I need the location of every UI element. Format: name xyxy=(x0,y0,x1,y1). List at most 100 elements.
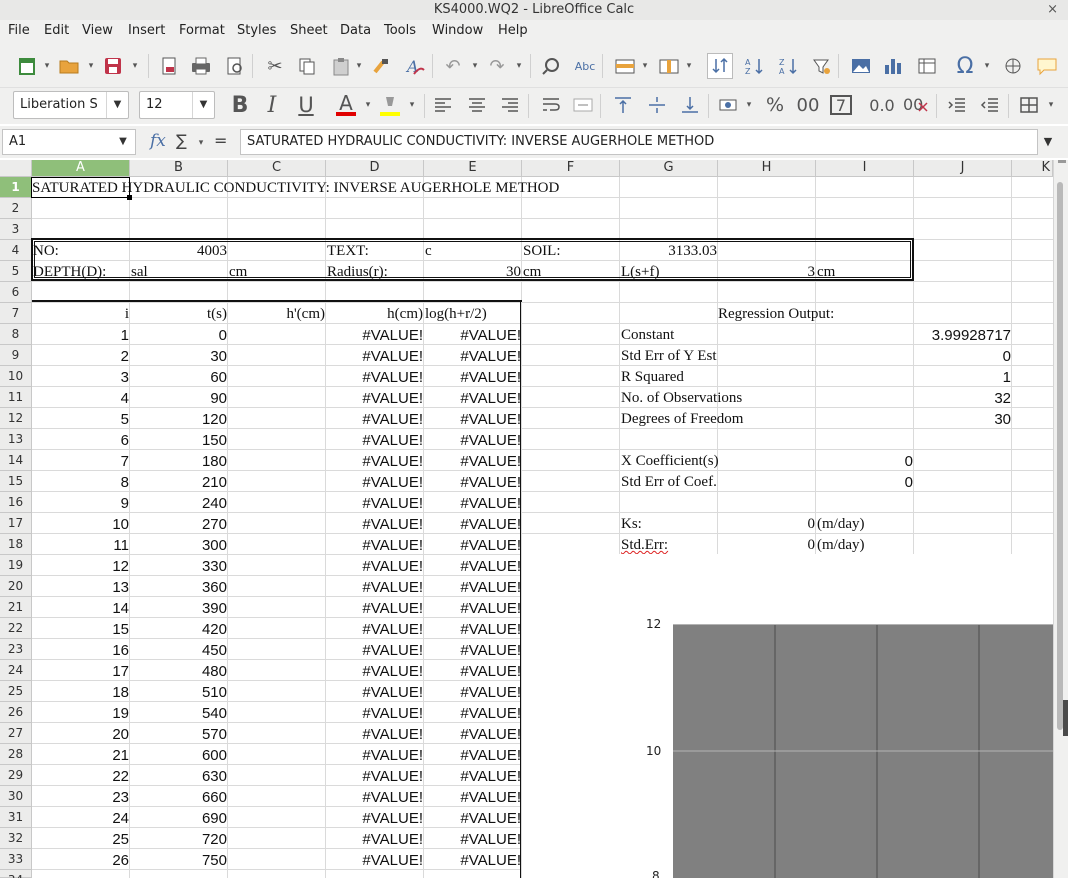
cell-hcm[interactable]: #VALUE! xyxy=(326,325,423,346)
row-header-7[interactable]: 7 xyxy=(0,303,32,324)
cell-t[interactable]: 330 xyxy=(130,556,227,577)
cell-log[interactable]: #VALUE! xyxy=(424,514,521,535)
underline-button[interactable]: U xyxy=(293,92,319,118)
cell-t[interactable]: 540 xyxy=(130,703,227,724)
copy-icon[interactable] xyxy=(294,53,320,79)
highlight-color-button[interactable] xyxy=(377,92,403,118)
column-header-d[interactable]: D xyxy=(326,160,424,177)
expand-formula-icon[interactable]: ▼ xyxy=(1040,129,1056,155)
cell-hcm[interactable]: #VALUE! xyxy=(326,808,423,829)
row-dropdown-icon[interactable]: ▾ xyxy=(640,53,650,79)
column-header-c[interactable]: C xyxy=(228,160,326,177)
regression-nobs-label[interactable]: No. of Observations xyxy=(621,388,742,409)
clear-formatting-icon[interactable]: A xyxy=(402,53,428,79)
row-header-29[interactable]: 29 xyxy=(0,765,32,786)
formula-input[interactable]: SATURATED HYDRAULIC CONDUCTIVITY: INVERS… xyxy=(240,129,1038,155)
undo-icon[interactable]: ↶ xyxy=(440,53,466,79)
row-header-4[interactable]: 4 xyxy=(0,240,32,261)
cell-hcm[interactable]: #VALUE! xyxy=(326,451,423,472)
chart-plot-area[interactable] xyxy=(673,624,1053,878)
column-header-j[interactable]: J xyxy=(914,160,1012,177)
sum-dropdown-icon[interactable]: ▾ xyxy=(196,134,206,152)
pivot-table-icon[interactable] xyxy=(914,53,940,79)
cell-i[interactable]: 3 xyxy=(32,367,129,388)
menu-sheet[interactable]: Sheet xyxy=(290,23,328,38)
menu-format[interactable]: Format xyxy=(179,23,225,38)
cell-hcm[interactable]: #VALUE! xyxy=(326,787,423,808)
print-icon[interactable] xyxy=(188,53,214,79)
date-format-icon[interactable]: 7 xyxy=(830,95,852,115)
cell-hcm[interactable]: #VALUE! xyxy=(326,766,423,787)
redo-icon[interactable]: ↷ xyxy=(484,53,510,79)
menu-view[interactable]: View xyxy=(82,23,113,38)
cell-hcm[interactable]: #VALUE! xyxy=(326,388,423,409)
cell-i[interactable]: 6 xyxy=(32,430,129,451)
cell-t[interactable]: 660 xyxy=(130,787,227,808)
cell-i[interactable]: 8 xyxy=(32,472,129,493)
hyperlink-icon[interactable] xyxy=(1000,53,1026,79)
open-dropdown-icon[interactable]: ▾ xyxy=(86,53,96,79)
function-wizard-icon[interactable]: fx xyxy=(150,131,166,151)
cell-i[interactable]: 10 xyxy=(32,514,129,535)
row-header-1[interactable]: 1 xyxy=(0,177,32,198)
select-all-corner[interactable] xyxy=(0,160,32,177)
cell-log[interactable]: #VALUE! xyxy=(424,577,521,598)
cut-icon[interactable]: ✂ xyxy=(262,53,288,79)
cell-i[interactable]: 21 xyxy=(32,745,129,766)
cell-log[interactable]: #VALUE! xyxy=(424,724,521,745)
cell-hcm[interactable]: #VALUE! xyxy=(326,724,423,745)
paste-icon[interactable] xyxy=(328,53,354,79)
regression-constant-value[interactable]: 3.99928717 xyxy=(914,325,1011,346)
row-header-20[interactable]: 20 xyxy=(0,576,32,597)
spelling-icon[interactable]: Abc xyxy=(572,53,598,79)
row-header-25[interactable]: 25 xyxy=(0,681,32,702)
borders-dropdown-icon[interactable]: ▾ xyxy=(1046,92,1056,118)
cell-i[interactable]: 16 xyxy=(32,640,129,661)
header-i[interactable]: i xyxy=(32,304,129,325)
currency-dropdown-icon[interactable]: ▾ xyxy=(744,92,754,118)
row-icon[interactable] xyxy=(612,53,638,79)
menu-tools[interactable]: Tools xyxy=(384,23,416,38)
ks-value[interactable]: 0 xyxy=(718,514,816,535)
header-ts[interactable]: t(s) xyxy=(130,304,227,325)
cell-t[interactable]: 510 xyxy=(130,682,227,703)
row-header-12[interactable]: 12 xyxy=(0,408,32,429)
menu-data[interactable]: Data xyxy=(340,23,371,38)
open-folder-icon[interactable] xyxy=(56,53,82,79)
row-header-19[interactable]: 19 xyxy=(0,555,32,576)
row-header-11[interactable]: 11 xyxy=(0,387,32,408)
column-header-h[interactable]: H xyxy=(718,160,816,177)
cell-i[interactable]: 25 xyxy=(32,829,129,850)
align-top-icon[interactable] xyxy=(610,92,636,118)
scrollbar-thumb[interactable] xyxy=(1057,182,1063,730)
regression-constant-label[interactable]: Constant xyxy=(621,325,674,346)
cell-t[interactable]: 120 xyxy=(130,409,227,430)
paste-dropdown-icon[interactable]: ▾ xyxy=(354,53,364,79)
regression-xcoef-value[interactable]: 0 xyxy=(816,451,913,472)
cell-i[interactable]: 18 xyxy=(32,682,129,703)
stderr-label[interactable]: Std.Err: xyxy=(621,535,668,556)
cell-log[interactable]: #VALUE! xyxy=(424,787,521,808)
cell-hcm[interactable]: #VALUE! xyxy=(326,640,423,661)
cell-t[interactable]: 210 xyxy=(130,472,227,493)
cell-hcm[interactable]: #VALUE! xyxy=(326,598,423,619)
cell-t[interactable]: 480 xyxy=(130,661,227,682)
cell-i[interactable]: 7 xyxy=(32,451,129,472)
highlight-dropdown-icon[interactable]: ▾ xyxy=(407,92,417,118)
cell-log[interactable]: #VALUE! xyxy=(424,409,521,430)
row-header-28[interactable]: 28 xyxy=(0,744,32,765)
cell-hcm[interactable]: #VALUE! xyxy=(326,556,423,577)
cell-hcm[interactable]: #VALUE! xyxy=(326,745,423,766)
regression-nobs-value[interactable]: 32 xyxy=(914,388,1011,409)
regression-dof-label[interactable]: Degrees of Freedom xyxy=(621,409,743,430)
cell-log[interactable]: #VALUE! xyxy=(424,556,521,577)
column-dropdown-icon[interactable]: ▾ xyxy=(684,53,694,79)
sort-icon[interactable] xyxy=(707,53,733,79)
cell-log[interactable]: #VALUE! xyxy=(424,829,521,850)
save-dropdown-icon[interactable]: ▾ xyxy=(130,53,140,79)
ks-label[interactable]: Ks: xyxy=(621,514,642,535)
row-header-14[interactable]: 14 xyxy=(0,450,32,471)
vertical-scrollbar[interactable] xyxy=(1053,160,1068,878)
header-hprime[interactable]: h'(cm) xyxy=(228,304,325,325)
cell-log[interactable]: #VALUE! xyxy=(424,346,521,367)
